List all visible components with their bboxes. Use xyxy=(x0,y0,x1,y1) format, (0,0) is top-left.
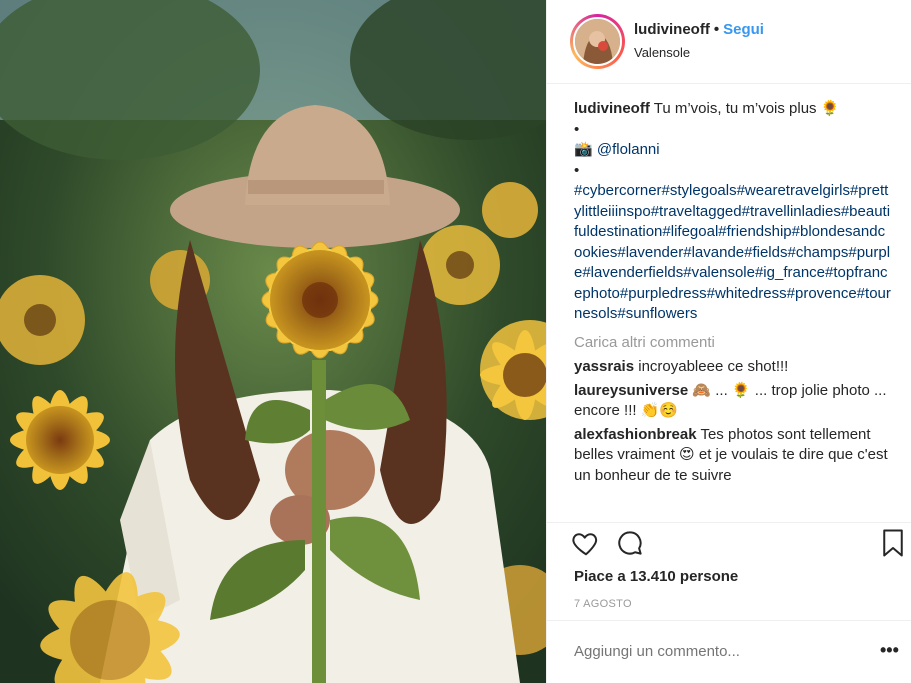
sunflower-photo xyxy=(0,0,546,683)
post-header-title: ludivineoff • Segui xyxy=(634,21,764,38)
comment-username[interactable]: laureysuniverse xyxy=(574,382,688,399)
comment-box-divider xyxy=(547,620,911,621)
follow-button[interactable]: Segui xyxy=(723,21,764,38)
comment-text: incroyableee ce shot!!! xyxy=(638,358,789,375)
post-header: ludivineoff • Segui Valensole xyxy=(547,0,911,83)
comment-item: laureysuniverse 🙈 ... 🌻 ... trop jolie p… xyxy=(574,381,892,422)
like-count[interactable]: Piace a 13.410 persone xyxy=(574,568,738,585)
header-divider xyxy=(547,83,911,84)
post-username[interactable]: ludivineoff xyxy=(634,21,710,38)
caption-bullet: • xyxy=(574,161,580,179)
add-comment-input[interactable] xyxy=(574,643,874,660)
post-side-panel: ludivineoff • Segui Valensole ludivineoff … xyxy=(546,0,911,683)
actions-divider xyxy=(547,522,911,523)
caption-hashtags[interactable]: #cybercorner#stylegoals#wearetravelgirls… xyxy=(574,181,892,325)
bookmark-icon[interactable] xyxy=(879,528,907,563)
caption: ludivineoff Tu m’vois, tu m’vois plus 🌻 xyxy=(574,99,892,120)
comment-username[interactable]: yassrais xyxy=(574,358,634,375)
story-ring[interactable] xyxy=(570,14,625,69)
post-date[interactable]: 7 AGOSTO xyxy=(574,598,632,610)
comment-item: yassrais incroyableee ce shot!!! xyxy=(574,357,892,378)
caption-username[interactable]: ludivineoff xyxy=(574,100,650,117)
photo-credit[interactable]: 📸 @flolanni xyxy=(574,140,892,161)
post-location[interactable]: Valensole xyxy=(634,45,690,60)
caption-text: Tu m’vois, tu m’vois plus 🌻 xyxy=(653,100,840,117)
avatar[interactable] xyxy=(573,17,622,66)
comment-item: alexfashionbreak Tes photos sont telleme… xyxy=(574,425,892,487)
comment-bubble-icon[interactable] xyxy=(615,528,645,563)
load-more-comments-button[interactable]: Carica altri commenti xyxy=(574,333,892,354)
heart-icon[interactable] xyxy=(571,528,601,563)
comment-username[interactable]: alexfashionbreak xyxy=(574,426,697,443)
post-photo[interactable] xyxy=(0,0,546,683)
dot-separator: • xyxy=(713,21,720,38)
post-actions-bar xyxy=(571,528,907,562)
comments-list[interactable]: ludivineoff Tu m’vois, tu m’vois plus 🌻 … xyxy=(574,99,892,519)
more-options-icon[interactable]: ••• xyxy=(880,640,899,661)
caption-bullet: • xyxy=(574,120,580,138)
